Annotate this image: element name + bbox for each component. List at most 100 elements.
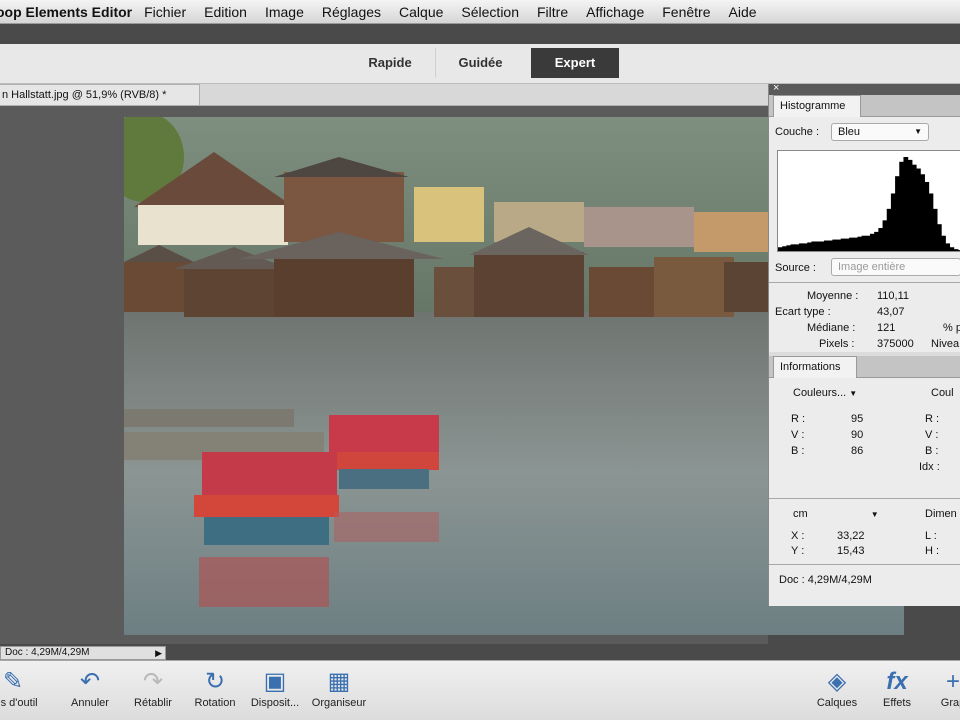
histogram-bar bbox=[924, 181, 930, 251]
menu-calque[interactable]: Calque bbox=[399, 4, 443, 20]
chevron-down-icon: ▼ bbox=[849, 389, 858, 398]
mode-switcher: Rapide Guidée Expert bbox=[345, 48, 619, 78]
menu-aide[interactable]: Aide bbox=[729, 4, 757, 20]
y-value: 15,43 bbox=[837, 545, 865, 557]
mode-bar-strip bbox=[0, 24, 960, 44]
histogram-bar bbox=[878, 228, 884, 251]
histogram-bar bbox=[824, 240, 829, 251]
histogram-bar bbox=[953, 249, 959, 251]
histogram-bar bbox=[778, 247, 783, 251]
y-label: Y : bbox=[791, 545, 805, 557]
r-value: 95 bbox=[851, 413, 864, 425]
menu-edition[interactable]: Edition bbox=[204, 4, 247, 20]
histogram-bar bbox=[849, 237, 854, 251]
organizer-label: Organiseur bbox=[311, 697, 367, 709]
pixels-value: 375000 bbox=[877, 338, 914, 350]
organizer-button[interactable]: ▦ Organiseur bbox=[304, 667, 374, 709]
source-select-value: Image entière bbox=[838, 261, 906, 273]
graphics-button[interactable]: + Grap bbox=[918, 667, 960, 709]
histogram-bar bbox=[840, 238, 846, 251]
channel-select[interactable]: Bleu ▼ bbox=[831, 123, 929, 141]
tool-options-button[interactable]: ✎ ons d'outil bbox=[0, 667, 48, 709]
tab-histogramme[interactable]: Histogramme bbox=[773, 95, 861, 117]
histogram-bar bbox=[853, 237, 859, 251]
status-doc-text: Doc : 4,29M/4,29M bbox=[5, 647, 90, 658]
r-label: R : bbox=[791, 413, 806, 425]
histogram-bar bbox=[861, 235, 867, 251]
chevron-down-icon: ▼ bbox=[914, 127, 922, 136]
histogram-bar bbox=[907, 159, 913, 251]
ecart-label: Ecart type : bbox=[775, 306, 831, 318]
layout-icon: ▣ bbox=[263, 668, 287, 695]
histogram-bar bbox=[865, 235, 871, 251]
app-name: oop Elements Editor bbox=[0, 3, 133, 20]
unit-label: cm bbox=[793, 508, 808, 520]
layout-label: Disposit... bbox=[250, 697, 300, 709]
info-doc-size: Doc : 4,29M/4,29M bbox=[779, 574, 872, 586]
histogram-bar bbox=[790, 244, 796, 251]
r2-label: R : bbox=[925, 413, 940, 425]
panel-header: × bbox=[769, 82, 960, 95]
status-doc-size[interactable]: Doc : 4,29M/4,29M ▶ bbox=[0, 646, 166, 660]
menu-fichier[interactable]: Fichier bbox=[144, 4, 186, 20]
pencil-icon: ✎ bbox=[2, 668, 24, 695]
x-label: X : bbox=[791, 530, 805, 542]
histogram-bar bbox=[794, 244, 800, 251]
stats-divider bbox=[769, 282, 960, 283]
histogram-bar bbox=[836, 239, 842, 251]
histogram-bar bbox=[844, 238, 850, 251]
histogram-bar bbox=[941, 235, 946, 251]
redo-label: Rétablir bbox=[134, 697, 172, 709]
histogram-bar bbox=[899, 161, 905, 251]
b-label: B : bbox=[791, 445, 805, 457]
panel-close-icon[interactable]: × bbox=[773, 82, 779, 94]
moyenne-value: 110,11 bbox=[877, 290, 910, 302]
histogram-bar bbox=[882, 220, 888, 251]
tab-informations[interactable]: Informations bbox=[773, 356, 857, 378]
ecart-value: 43,07 bbox=[877, 306, 905, 318]
document-tab[interactable]: n Hallstatt.jpg @ 51,9% (RVB/8) * bbox=[0, 84, 200, 106]
menu-fenetre[interactable]: Fenêtre bbox=[662, 4, 710, 20]
mode-rapide[interactable]: Rapide bbox=[345, 48, 435, 78]
menu-filtre[interactable]: Filtre bbox=[537, 4, 568, 20]
redo-button[interactable]: ↷ Rétablir bbox=[118, 667, 188, 709]
source-label: Source : bbox=[775, 262, 816, 274]
mode-expert[interactable]: Expert bbox=[531, 48, 619, 78]
mode-guidee[interactable]: Guidée bbox=[435, 48, 525, 78]
color-mode-2-label[interactable]: Coul bbox=[931, 387, 954, 399]
menu-selection[interactable]: Sélection bbox=[461, 4, 519, 20]
undo-button[interactable]: ↶ Annuler bbox=[55, 667, 125, 709]
v2-label: V : bbox=[925, 429, 939, 441]
menu-affichage[interactable]: Affichage bbox=[586, 4, 644, 20]
task-bar: ✎ ons d'outil ↶ Annuler ↷ Rétablir ↻ Rot… bbox=[0, 660, 960, 720]
histogram-bar bbox=[828, 240, 833, 251]
color-mode-select[interactable]: Couleurs... ▼ bbox=[793, 387, 857, 399]
histogram-bar bbox=[920, 174, 925, 251]
color-mode-label: Couleurs... bbox=[793, 387, 847, 399]
histogram-bar bbox=[803, 243, 808, 251]
histogram-bar bbox=[890, 193, 896, 251]
histogram-bar bbox=[916, 168, 921, 251]
histogram-bar bbox=[932, 208, 938, 251]
plus-icon: + bbox=[945, 668, 960, 695]
menu-reglages[interactable]: Réglages bbox=[322, 4, 381, 20]
unit-select[interactable]: cm ▼ bbox=[793, 508, 879, 520]
source-select[interactable]: Image entière bbox=[831, 258, 960, 276]
channel-select-value: Bleu bbox=[838, 126, 861, 138]
menu-image[interactable]: Image bbox=[265, 4, 304, 20]
histogram-bar bbox=[857, 236, 863, 251]
h-label: H : bbox=[925, 545, 940, 557]
histogram-bar bbox=[903, 157, 909, 251]
chevron-down-icon: ▼ bbox=[870, 510, 879, 519]
histogram-bar bbox=[928, 193, 934, 251]
histogram-bar bbox=[936, 224, 942, 251]
layout-button[interactable]: ▣ Disposit... bbox=[240, 667, 310, 709]
right-panel: × Histogramme Couche : Bleu ▼ Source : I… bbox=[768, 82, 960, 606]
histogram-bar bbox=[798, 243, 804, 251]
info-divider-1 bbox=[769, 498, 960, 499]
pct-label: % p bbox=[943, 322, 960, 334]
mediane-value: 121 bbox=[877, 322, 896, 334]
histogram-bar bbox=[807, 242, 813, 251]
redo-icon: ↷ bbox=[142, 668, 164, 695]
histogram-bar bbox=[811, 241, 817, 251]
